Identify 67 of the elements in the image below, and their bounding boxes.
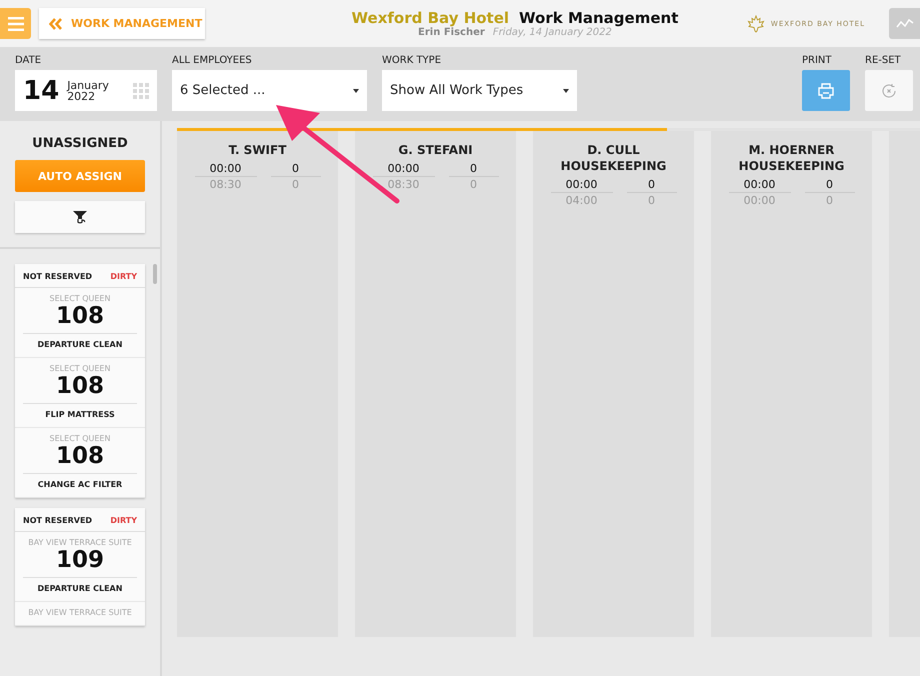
user-name: Erin Fischer (418, 27, 485, 38)
planned-time: 08:30 (386, 177, 420, 192)
printer-icon (817, 82, 835, 100)
reset-button[interactable] (865, 70, 913, 111)
room-type: SELECT QUEEN (50, 294, 110, 303)
room-status: DIRTY (110, 272, 137, 281)
employee-name: M. HOERNER HOUSEKEEPING (738, 142, 846, 174)
time-value: 00:00 (728, 177, 790, 193)
planned-count: 0 (291, 177, 300, 192)
current-date: Friday, 14 January 2022 (492, 27, 612, 38)
funnel-icon (72, 210, 88, 224)
double-chevron-icon (49, 18, 63, 30)
planned-time: 00:00 (742, 193, 776, 208)
planned-time: 04:00 (564, 193, 598, 208)
print-button[interactable] (802, 70, 850, 111)
task-name: DEPARTURE CLEAN (38, 339, 122, 349)
room-status: DIRTY (110, 516, 137, 525)
room-number: 109 (23, 547, 137, 578)
scrollbar-thumb[interactable] (153, 264, 157, 284)
room-type: BAY VIEW TERRACE SUITE (28, 538, 132, 547)
reservation-status: NOT RESERVED (23, 272, 92, 281)
work-type-dropdown[interactable]: Show All Work Types (382, 70, 577, 111)
room-number: 108 (23, 303, 137, 334)
count-value: 0 (448, 161, 498, 177)
menu-icon (8, 16, 24, 30)
caret-icon (563, 88, 569, 92)
time-value: 00:00 (550, 177, 612, 193)
count-value: 0 (270, 161, 320, 177)
field-label: PRINT (802, 55, 833, 66)
field-label: ALL EMPLOYEES (172, 55, 253, 66)
planned-count: 0 (825, 193, 834, 208)
time-value: 00:00 (194, 161, 256, 177)
line-chart-icon (896, 18, 914, 30)
employees-dropdown[interactable]: 6 Selected ... (172, 70, 367, 111)
page-title: Work Management (519, 9, 678, 27)
leaf-logo-icon (746, 14, 765, 32)
task-name: DEPARTURE CLEAN (38, 583, 122, 593)
reset-icon (880, 82, 898, 100)
filter-button[interactable] (15, 201, 145, 233)
calendar-grid-icon (133, 82, 149, 98)
caret-icon (353, 88, 359, 92)
task-name: CHANGE AC FILTER (38, 479, 122, 489)
planned-time: 08:30 (208, 177, 242, 192)
task-card[interactable]: NOT RESERVED DIRTY SELECT QUEEN 108 DEPARTURE CLEAN SELECT QUEEN 108 FLIP MATTRESS SELECT QUEEN 108 CHANGE AC FILTER (15, 264, 145, 498)
section-title: UNASSIGNED (31, 136, 129, 151)
room-type: BAY VIEW TERRACE SUITE (28, 608, 132, 617)
task-card[interactable]: NOT RESERVED DIRTY BAY VIEW TERRACE SUITE 109 DEPARTURE CLEAN BAY VIEW TERRACE SUITE (15, 508, 145, 626)
time-value: 00:00 (372, 161, 434, 177)
count-value: 0 (804, 177, 854, 193)
menu-button[interactable] (0, 8, 31, 39)
task-name: FLIP MATTRESS (45, 409, 115, 419)
room-type: SELECT QUEEN (50, 364, 110, 373)
room-number: 108 (23, 373, 137, 404)
employee-name: D. CULL HOUSEKEEPING (560, 142, 668, 174)
planned-count: 0 (647, 193, 656, 208)
room-type: SELECT QUEEN (50, 434, 110, 443)
room-number: 108 (23, 443, 137, 474)
count-value: 0 (626, 177, 676, 193)
hotel-name: Wexford Bay Hotel (352, 9, 510, 27)
activity-button[interactable] (889, 8, 920, 39)
employee-name: T. SWIFT (228, 142, 288, 158)
planned-count: 0 (469, 177, 478, 192)
employee-name: G. STEFANI (397, 142, 474, 158)
field-label: WORK TYPE (382, 55, 442, 66)
reservation-status: NOT RESERVED (23, 516, 92, 525)
field-label: DATE (15, 55, 42, 66)
field-label: RE-SET (865, 55, 902, 66)
